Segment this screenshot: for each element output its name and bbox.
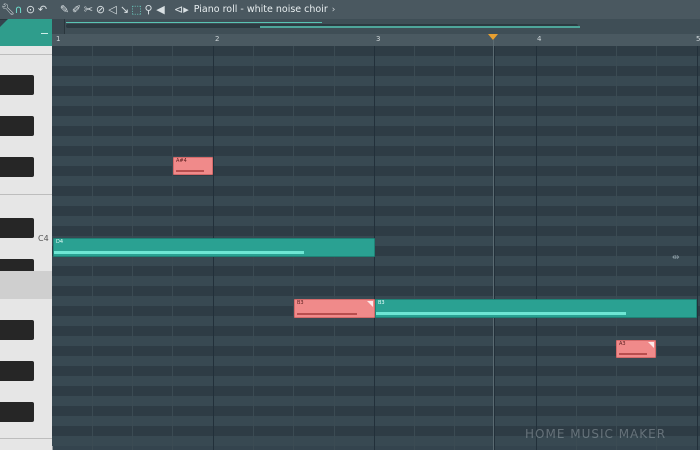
bar-number-1: 1 — [56, 35, 61, 43]
note-b3-green[interactable]: B3 — [375, 299, 697, 318]
note-d4[interactable]: D4 — [53, 238, 375, 257]
black-key[interactable] — [0, 361, 34, 381]
note-velocity — [619, 353, 647, 355]
black-key[interactable] — [0, 157, 34, 177]
corner-line — [41, 33, 48, 34]
note-velocity — [376, 312, 626, 315]
pencil-icon[interactable]: ✎ — [59, 0, 70, 19]
brush-icon[interactable]: ✐ — [71, 0, 82, 19]
white-key-sep — [0, 438, 52, 439]
note-label: A3 — [619, 341, 626, 347]
bar-number-4: 4 — [537, 35, 542, 43]
delete-icon[interactable]: ⊘ — [95, 0, 106, 19]
note-a-sharp-4[interactable]: A#4 — [173, 157, 213, 175]
note-label: D4 — [56, 239, 64, 245]
speaker-icon[interactable]: ◀ — [155, 0, 166, 19]
note-a3[interactable]: A3 — [616, 340, 656, 358]
white-key-sep — [0, 54, 52, 55]
bar-number-2: 2 — [215, 35, 220, 43]
black-key[interactable] — [0, 320, 34, 340]
black-key[interactable] — [0, 75, 34, 95]
overview-scroll-button[interactable] — [52, 19, 65, 34]
bar-number-5: 5 — [696, 35, 700, 43]
undo-icon[interactable]: ↶ — [37, 0, 48, 19]
black-key[interactable] — [0, 116, 34, 136]
note-velocity — [297, 313, 357, 315]
note-label: B3 — [297, 300, 304, 306]
mute-icon[interactable]: ◁ — [107, 0, 118, 19]
c4-label: C4 — [38, 234, 49, 243]
title-arrow-icon[interactable]: ⊲▸ — [174, 3, 189, 16]
wrench-icon[interactable]: 🔧︎ — [1, 0, 15, 19]
white-key-sep — [0, 194, 52, 195]
note-resize-corner[interactable] — [367, 301, 373, 307]
note-velocity — [54, 251, 304, 254]
select-icon[interactable]: ⬚ — [131, 0, 142, 19]
playhead-line — [493, 40, 494, 450]
magnet-icon[interactable]: ∩ — [13, 0, 24, 19]
note-velocity — [176, 170, 204, 172]
note-resize-corner[interactable] — [648, 342, 654, 348]
black-key[interactable] — [0, 402, 34, 422]
black-key[interactable] — [0, 218, 34, 238]
play-icon[interactable]: ⊙ — [25, 0, 36, 19]
scroll-handle-icon[interactable]: ⇹ — [672, 253, 680, 263]
zoom-icon[interactable]: ⚲ — [143, 0, 154, 19]
note-b3-red[interactable]: B3 — [294, 299, 375, 318]
note-label: A#4 — [176, 158, 187, 164]
slip-icon[interactable]: ↘ — [119, 0, 130, 19]
bar-number-3: 3 — [376, 35, 381, 43]
toolbar: 🔧︎ ∩ ⊙ ↶ ✎ ✐ ✂ ⊘ ◁ ↘ ⬚ ⚲ ◀ ⊲▸ Piano roll… — [0, 0, 700, 20]
watermark: HOME MUSIC MAKER — [525, 427, 667, 441]
paint-icon[interactable]: ✂ — [83, 0, 94, 19]
overview-notes-line — [66, 22, 322, 23]
c4-key[interactable] — [0, 271, 52, 299]
piano-keyboard[interactable] — [0, 46, 53, 450]
window-title[interactable]: Piano roll - white noise choir — [194, 4, 328, 15]
note-label: B3 — [378, 300, 385, 306]
overview-notes-line-2 — [260, 26, 580, 28]
chevron-right-icon[interactable]: › — [332, 5, 336, 15]
